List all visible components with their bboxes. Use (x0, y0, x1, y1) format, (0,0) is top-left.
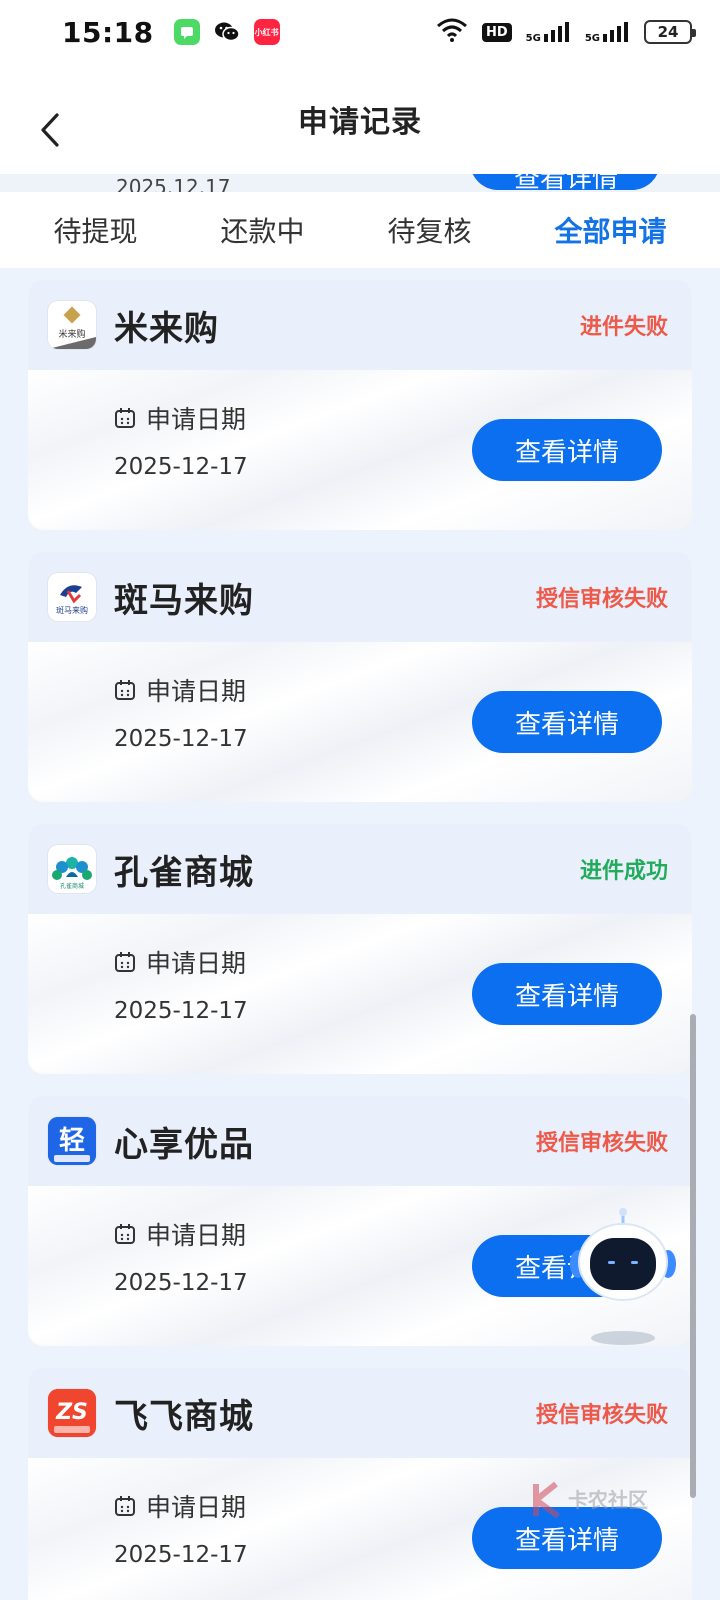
status-badge: 授信审核失败 (535, 1131, 668, 1156)
record-header: 轻 心享优品 授信审核失败 (28, 1096, 692, 1186)
wifi-icon (436, 18, 468, 46)
record-header: 米来购 米来购 进件失败 (28, 280, 692, 370)
nav-header: 申请记录 (0, 64, 720, 174)
svg-text:轻: 轻 (59, 1126, 85, 1156)
watermark: 卡农社区 (532, 1480, 662, 1520)
date-label: 申请日期 (146, 949, 247, 978)
status-bar: 15:18 小红书 HD 5G 5G 24 (0, 0, 720, 64)
battery-indicator: 24 (644, 20, 696, 44)
calendar-icon (115, 1496, 135, 1516)
tab-pending-withdraw[interactable]: 待提现 (43, 202, 147, 258)
date-label: 申请日期 (146, 1493, 247, 1522)
record-body: 申请日期 2025-12-17 查看详情 (28, 642, 692, 802)
filter-tabs: 待提现 还款中 待复核 全部申请 (0, 192, 720, 268)
application-date: 2025-12-17 (114, 726, 248, 752)
tab-pending-review[interactable]: 待复核 (377, 202, 481, 258)
banma-laigou-logo: 斑马来购 (48, 573, 96, 621)
page-title: 申请记录 (298, 105, 422, 140)
status-badge: 授信审核失败 (535, 587, 668, 612)
view-details-button[interactable]: 查看详情 (472, 963, 662, 1025)
message-icon (173, 19, 200, 45)
record-card: 米来购 米来购 进件失败 申请日期 2025-12-17 查看详情 (28, 280, 692, 530)
date-label: 申请日期 (146, 405, 247, 434)
milaigou-logo: 米来购 (48, 301, 96, 349)
application-date: 2025-12-17 (114, 1542, 248, 1568)
record-header: 孔雀商城 孔雀商城 进件成功 (28, 824, 692, 914)
svg-text:斑马来购: 斑马来购 (56, 605, 88, 615)
app-screen: 15:18 小红书 HD 5G 5G 24 申请记录 2025.12.17 查看… (0, 0, 720, 1600)
notification-icons: 小红书 (173, 19, 280, 45)
back-button[interactable] (32, 108, 68, 152)
application-date: 2025-12-17 (114, 998, 248, 1024)
calendar-icon (115, 680, 135, 700)
peek-date: 2025.12.17 (116, 175, 231, 192)
application-date: 2025-12-17 (114, 1270, 248, 1296)
record-card: 孔雀商城 孔雀商城 进件成功 申请日期 2025-12-17 查看详情 (28, 824, 692, 1074)
status-badge: 进件失败 (579, 315, 668, 340)
date-label: 申请日期 (146, 1221, 247, 1250)
view-details-button[interactable]: 查看详情 (472, 691, 662, 753)
product-name: 斑马来购 (114, 580, 254, 621)
status-time: 15:18 (62, 15, 154, 49)
svg-text:孔雀商城: 孔雀商城 (60, 882, 84, 890)
record-header: 斑马来购 斑马来购 授信审核失败 (28, 552, 692, 642)
wechat-icon (214, 19, 240, 45)
hd2-icon: HD (481, 22, 512, 42)
scrollbar[interactable] (690, 1014, 696, 1498)
xinxiang-youpin-logo: 轻 (48, 1117, 96, 1165)
svg-text:米来购: 米来购 (58, 328, 85, 340)
record-body: 申请日期 2025-12-17 查看详情 (28, 914, 692, 1074)
xiaohongshu-icon: 小红书 (253, 19, 280, 45)
previous-record-peek: 2025.12.17 查看详情 (0, 174, 720, 192)
product-name: 孔雀商城 (114, 852, 254, 893)
kongque-shangcheng-logo: 孔雀商城 (48, 845, 96, 893)
record-body: 申请日期 2025-12-17 查看详情 (28, 370, 692, 530)
svg-text:ZS: ZS (55, 1400, 88, 1425)
date-label: 申请日期 (146, 677, 247, 706)
calendar-icon (115, 1224, 135, 1244)
application-date: 2025-12-17 (114, 454, 248, 480)
tab-repaying[interactable]: 还款中 (210, 202, 314, 258)
product-name: 飞飞商城 (114, 1396, 254, 1437)
5g-signal-icon: 5G (585, 20, 630, 44)
status-badge: 授信审核失败 (535, 1403, 668, 1428)
peek-detail-button[interactable]: 查看详情 (470, 174, 660, 192)
feifei-shangcheng-logo: ZS (48, 1389, 96, 1437)
status-badge: 进件成功 (579, 859, 668, 884)
calendar-icon (115, 408, 135, 428)
application-record-list: 米来购 米来购 进件失败 申请日期 2025-12-17 查看详情 斑马来购 斑 (28, 280, 692, 1600)
record-header: ZS 飞飞商城 授信审核失败 (28, 1368, 692, 1458)
record-card: 斑马来购 斑马来购 授信审核失败 申请日期 2025-12-17 查看详情 (28, 552, 692, 802)
product-name: 米来购 (114, 308, 219, 349)
chevron-left-icon (41, 113, 59, 147)
tab-all-applications[interactable]: 全部申请 (544, 202, 676, 258)
5g-signal-icon: 5G (526, 20, 571, 44)
product-name: 心享优品 (114, 1124, 254, 1165)
system-icons: HD 5G 5G 24 (436, 18, 696, 46)
calendar-icon (115, 952, 135, 972)
robot-assistant-icon[interactable] (568, 1206, 678, 1356)
view-details-button[interactable]: 查看详情 (472, 419, 662, 481)
